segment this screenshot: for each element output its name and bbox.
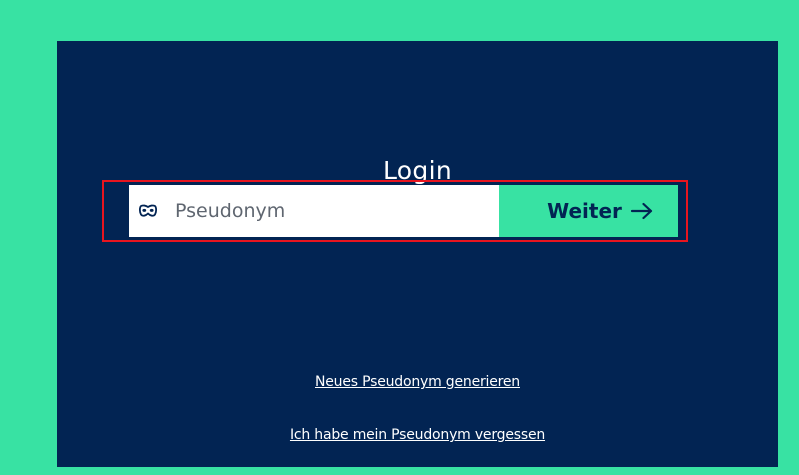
mask-icon — [138, 204, 158, 217]
continue-button[interactable]: Weiter — [499, 185, 678, 237]
arrow-right-icon — [630, 202, 652, 220]
forgot-pseudonym-link-row: Ich habe mein Pseudonym vergessen — [57, 427, 778, 443]
continue-button-label: Weiter — [547, 199, 622, 223]
pseudonym-field[interactable] — [129, 185, 499, 237]
generate-pseudonym-link-row: Neues Pseudonym generieren — [57, 374, 778, 390]
forgot-pseudonym-link[interactable]: Ich habe mein Pseudonym vergessen — [290, 427, 545, 443]
generate-pseudonym-link[interactable]: Neues Pseudonym generieren — [315, 374, 520, 390]
pseudonym-input[interactable] — [175, 185, 491, 237]
login-panel: Login Weiter Neues Pseudonym generieren … — [57, 41, 778, 467]
